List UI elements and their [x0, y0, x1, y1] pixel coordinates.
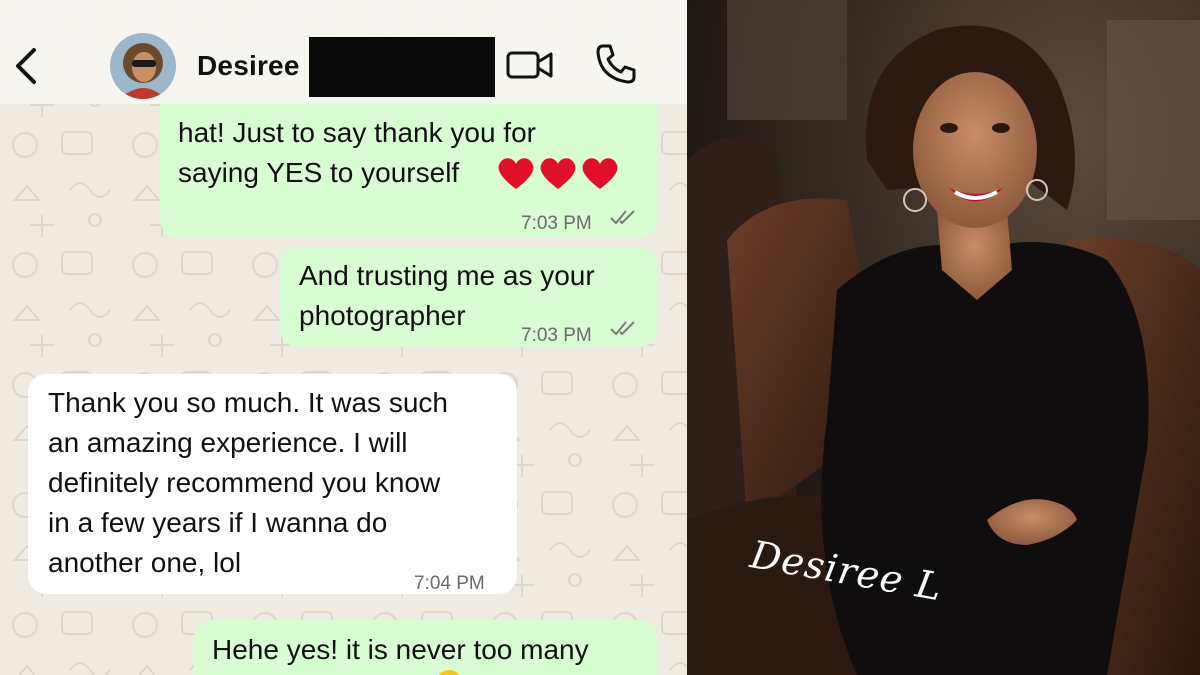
double-check-icon: [610, 210, 635, 225]
message-text: saying YES to yourself: [178, 157, 460, 188]
portrait-photo: Desiree L: [687, 0, 1200, 675]
message-text: photographer: [299, 300, 466, 331]
message-bubble-outgoing[interactable]: And trusting me as your photographer 7:0…: [280, 247, 657, 347]
message-text: definitely recommend you know: [48, 467, 441, 498]
message-bubble-incoming[interactable]: Thank you so much. It was such an amazin…: [28, 374, 517, 594]
message-text: Thank you so much. It was such: [48, 387, 448, 418]
message-text: in a few years if I wanna do: [48, 507, 388, 538]
emoji-icon: [438, 670, 460, 675]
message-text: another one, lol: [48, 547, 242, 578]
phone-icon[interactable]: [594, 42, 638, 86]
message-time: 7:03 PM: [521, 325, 592, 346]
message-text: hat! Just to say thank you for: [178, 117, 536, 148]
message-text: And trusting me as your: [299, 260, 595, 291]
message-bubble-outgoing[interactable]: Hehe yes! it is never too many: [194, 620, 657, 675]
double-check-icon: [610, 321, 635, 336]
heart-icon: [498, 158, 534, 189]
message-text: an amazing experience. I will: [48, 427, 408, 458]
message-text: Hehe yes! it is never too many: [212, 634, 589, 665]
avatar[interactable]: [110, 33, 176, 99]
message-time: 7:03 PM: [521, 213, 592, 234]
video-camera-icon[interactable]: [505, 45, 555, 85]
chat-header: Desiree: [0, 0, 687, 104]
contact-name[interactable]: Desiree: [197, 50, 300, 82]
redaction-bar: [309, 37, 495, 97]
heart-icon: [540, 158, 576, 189]
chevron-left-icon[interactable]: [12, 46, 42, 86]
chat-screen: Desiree hat! Just to say thank you for s…: [0, 0, 687, 675]
message-time: 7:04 PM: [414, 573, 485, 594]
emoji-hearts: [496, 155, 620, 191]
heart-icon: [582, 158, 618, 189]
